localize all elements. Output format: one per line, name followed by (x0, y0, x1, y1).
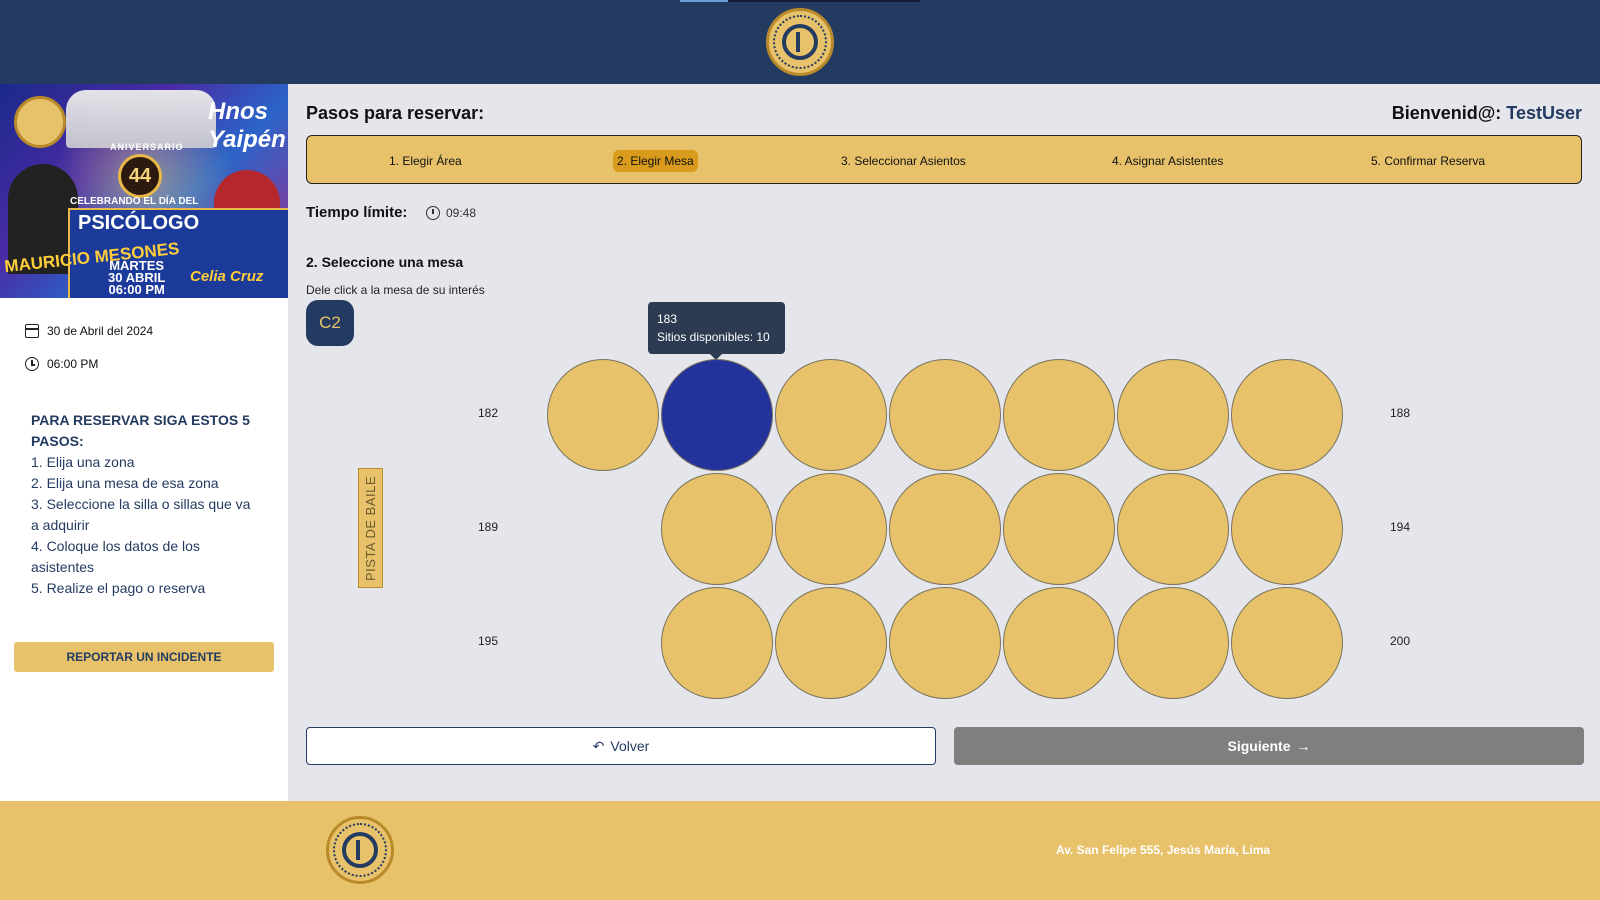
table-184[interactable] (775, 359, 887, 471)
table-199[interactable] (1117, 587, 1229, 699)
row-end-label: 200 (1390, 634, 1411, 648)
table-185[interactable] (889, 359, 1001, 471)
footer: Av. San Felipe 555, Jesús María, Lima (0, 801, 1600, 900)
row-start-label: 195 (478, 634, 499, 648)
calendar-icon (25, 324, 39, 338)
time-remaining: 09:48 (446, 206, 477, 220)
table-186[interactable] (1003, 359, 1115, 471)
steps-list: 1. Elija una zona 2. Elija una mesa de e… (31, 452, 261, 599)
table-182[interactable] (547, 359, 659, 471)
page-title: Pasos para reservar: (306, 103, 485, 123)
cpp-logo-icon[interactable] (766, 8, 834, 76)
steps-list-item: 4. Coloque los datos de los asistentes (31, 538, 200, 575)
banner-subtitle: CELEBRANDO EL DÍA DEL (70, 196, 199, 207)
loading-bar (680, 0, 728, 2)
band-photo (66, 90, 216, 148)
steps-list-item: 3. Seleccione la silla o sillas que va a… (31, 496, 251, 533)
banner-brand: Hnos Yaipén (208, 98, 286, 153)
step-1[interactable]: 1. Elegir Área (385, 150, 466, 172)
welcome-text: Bienvenid@: TestUser (1392, 103, 1582, 124)
table-190[interactable] (775, 473, 887, 585)
countdown-timer: 09:48 (426, 206, 476, 220)
next-button[interactable]: Siguiente → (954, 727, 1584, 765)
step-4[interactable]: 4. Asignar Asistentes (1108, 150, 1227, 172)
welcome-prefix: Bienvenid@: (1391, 103, 1507, 123)
steps-list-item: 2. Elija una mesa de esa zona (31, 475, 219, 491)
main-content: Pasos para reservar: Bienvenid@: TestUse… (288, 84, 1600, 801)
banner-artist-right: Celia Cruz (190, 268, 264, 285)
steps-heading: PARA RESERVAR SIGA ESTOS 5 PASOS: (31, 412, 250, 449)
header-bar (0, 0, 1600, 84)
zone-badge: C2 (306, 300, 354, 346)
steps-list-item: 5. Realize el pago o reserva (31, 580, 206, 596)
arrow-right-icon: → (1296, 738, 1311, 754)
table-189[interactable] (661, 473, 773, 585)
loading-bar-track (728, 0, 920, 2)
undo-arrow-icon: ↶ (592, 737, 605, 754)
banner-time: 06:00 PM (108, 282, 165, 297)
step-3[interactable]: 3. Seleccionar Asientos (837, 150, 970, 172)
step-5[interactable]: 5. Confirmar Reserva (1367, 150, 1489, 172)
step-progress: 1. Elegir Área 2. Elegir Mesa 3. Selecci… (306, 135, 1582, 184)
table-198[interactable] (1003, 587, 1115, 699)
username: TestUser (1506, 103, 1582, 123)
row-start-label: 182 (478, 406, 499, 420)
footer-address: Av. San Felipe 555, Jesús María, Lima (1056, 843, 1271, 857)
row-end-label: 194 (1390, 520, 1411, 534)
alarm-clock-icon (426, 206, 440, 220)
table-195[interactable] (661, 587, 773, 699)
event-banner: Hnos Yaipén ANIVERSARIO 44 CELEBRANDO EL… (0, 84, 288, 298)
table-196[interactable] (775, 587, 887, 699)
report-incident-button[interactable]: REPORTAR UN INCIDENTE (14, 642, 274, 672)
event-date: 30 de Abril del 2024 (47, 324, 154, 338)
banner-aniversario: ANIVERSARIO (110, 142, 184, 152)
time-limit-label: Tiempo límite: (306, 204, 408, 221)
table-197[interactable] (889, 587, 1001, 699)
banner-anniversary-number: 44 (118, 154, 162, 198)
footer-logo-icon[interactable] (326, 816, 394, 884)
tooltip-table-number: 183 (657, 312, 678, 326)
table-192[interactable] (1003, 473, 1115, 585)
clock-icon (25, 357, 39, 371)
sidebar: Hnos Yaipén ANIVERSARIO 44 CELEBRANDO EL… (0, 84, 288, 801)
row-end-label: 188 (1390, 406, 1411, 420)
event-time-line: 06:00 PM (25, 357, 98, 371)
table-188[interactable] (1231, 359, 1343, 471)
dance-floor-label: PISTA DE BAILE (363, 475, 378, 581)
table-187[interactable] (1117, 359, 1229, 471)
table-tooltip: 183 Sitios disponibles: 10 (648, 302, 785, 360)
row-start-label: 189 (478, 520, 499, 534)
table-183-selected[interactable] (661, 359, 773, 471)
step-2-active[interactable]: 2. Elegir Mesa (613, 150, 698, 172)
section-help-text: Dele click a la mesa de su interés (306, 283, 485, 297)
section-title: 2. Seleccione una mesa (306, 254, 464, 270)
table-191[interactable] (889, 473, 1001, 585)
banner-date: MARTES 30 ABRIL 06:00 PM (108, 259, 165, 297)
steps-list-item: 1. Elija una zona (31, 454, 135, 470)
table-193[interactable] (1117, 473, 1229, 585)
table-194[interactable] (1231, 473, 1343, 585)
event-time: 06:00 PM (47, 357, 99, 371)
back-button-label: Volver (610, 738, 650, 754)
next-button-label: Siguiente (1227, 738, 1291, 754)
back-button[interactable]: ↶ Volver (306, 727, 936, 765)
event-date-line: 30 de Abril del 2024 (25, 324, 153, 338)
table-200[interactable] (1231, 587, 1343, 699)
tooltip-available-seats: Sitios disponibles: 10 (657, 330, 770, 344)
dance-floor: PISTA DE BAILE (358, 468, 383, 588)
banner-logo-icon (14, 96, 66, 148)
